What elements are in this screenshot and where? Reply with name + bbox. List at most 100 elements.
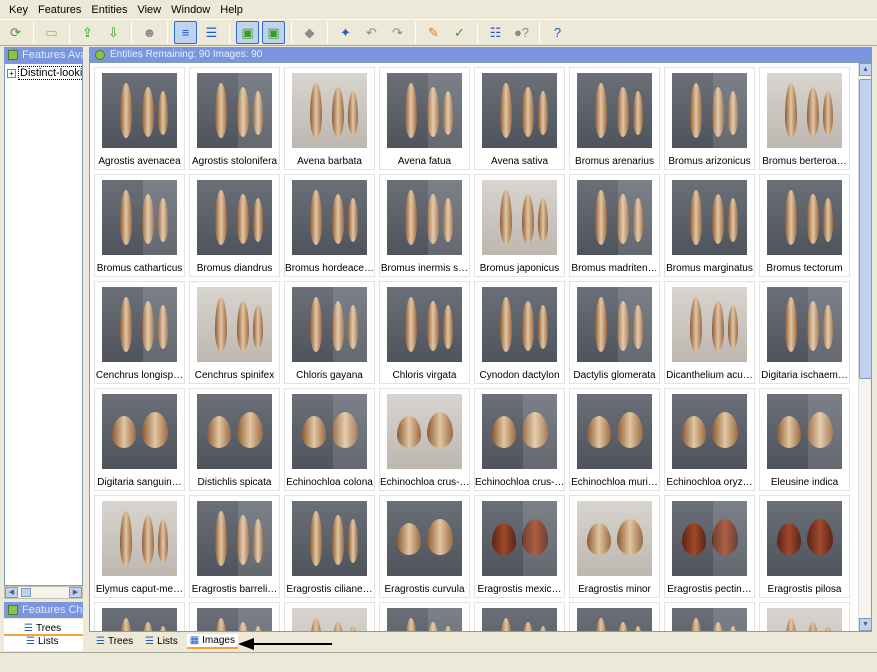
entity-thumbnail[interactable] (197, 73, 272, 148)
entity-image-tile[interactable]: Bromus tectorum (759, 174, 850, 277)
entity-thumbnail[interactable] (672, 287, 747, 362)
entity-image-tile[interactable] (189, 602, 280, 631)
image-view-icon[interactable]: ▣ (236, 21, 259, 44)
tab-lists-left[interactable]: ☰ Lists (4, 636, 83, 647)
entity-thumbnail[interactable] (577, 73, 652, 148)
help-icon[interactable]: ? (546, 21, 569, 44)
entity-image-tile[interactable]: Bromus diandrus (189, 174, 280, 277)
entity-image-tile[interactable]: Cynodon dactylon (474, 281, 565, 384)
entity-thumbnail[interactable] (482, 73, 557, 148)
entity-thumbnail[interactable] (102, 180, 177, 255)
scroll-thumb[interactable] (21, 588, 31, 597)
entity-thumbnail[interactable] (197, 394, 272, 469)
entity-thumbnail[interactable] (577, 394, 652, 469)
entity-image-tile[interactable]: Eragrostis mexic… (474, 495, 565, 598)
entity-thumbnail[interactable] (577, 608, 652, 631)
tab-images[interactable]: ▦ Images (186, 633, 238, 649)
image-view-alt-icon[interactable]: ▣ (262, 21, 285, 44)
entity-thumbnail[interactable] (292, 180, 367, 255)
entity-image-tile[interactable] (379, 602, 470, 631)
check-icon[interactable]: ✓ (448, 21, 471, 44)
entity-image-tile[interactable]: Avena barbata (284, 67, 375, 170)
entity-image-tile[interactable]: Eragrostis minor (569, 495, 660, 598)
entity-thumbnail[interactable] (672, 608, 747, 631)
menu-entities[interactable]: Entities (86, 2, 132, 18)
entity-image-tile[interactable]: Bromus arizonicus (664, 67, 755, 170)
entity-thumbnail[interactable] (102, 394, 177, 469)
list-view-icon[interactable]: ≡ (174, 21, 197, 44)
entity-thumbnail[interactable] (767, 501, 842, 576)
entity-thumbnail[interactable] (767, 73, 842, 148)
entity-image-tile[interactable]: Chloris virgata (379, 281, 470, 384)
vertical-scrollbar[interactable]: ▲ ▼ (858, 63, 871, 631)
tree-node-label[interactable]: Distinct-looki (18, 66, 82, 80)
menu-key[interactable]: Key (4, 2, 33, 18)
entity-image-tile[interactable]: Cenchrus spinifex (189, 281, 280, 384)
entity-thumbnail[interactable] (482, 287, 557, 362)
tab-trees[interactable]: ☰ Trees (93, 635, 136, 648)
scroll-up-icon[interactable]: ▲ (859, 63, 871, 76)
refresh-icon[interactable]: ⟳ (4, 21, 27, 44)
entity-thumbnail[interactable] (387, 501, 462, 576)
entity-thumbnail[interactable] (292, 608, 367, 631)
scroll-right-icon[interactable]: ▶ (69, 587, 82, 598)
entity-thumbnail[interactable] (672, 394, 747, 469)
scroll-left-icon[interactable]: ◀ (5, 587, 18, 598)
entity-thumbnail[interactable] (767, 394, 842, 469)
entity-image-tile[interactable]: Avena fatua (379, 67, 470, 170)
entity-image-tile[interactable]: Bromus catharticus (94, 174, 185, 277)
entity-image-tile[interactable]: Bromus hordeace… (284, 174, 375, 277)
entity-image-tile[interactable] (664, 602, 755, 631)
scroll-down-icon[interactable]: ▼ (859, 618, 871, 631)
entity-image-tile[interactable]: Eragrostis pectin… (664, 495, 755, 598)
entity-image-tile[interactable]: Distichlis spicata (189, 388, 280, 491)
scroll-thumb[interactable] (859, 79, 871, 379)
entity-image-tile[interactable] (759, 602, 850, 631)
entity-image-tile[interactable]: Bromus marginatus (664, 174, 755, 277)
entity-image-tile[interactable]: Dicanthelium acu… (664, 281, 755, 384)
entity-image-tile[interactable]: Agrostis avenacea (94, 67, 185, 170)
entity-thumbnail[interactable] (672, 180, 747, 255)
entity-thumbnail[interactable] (577, 501, 652, 576)
entity-thumbnail[interactable] (387, 180, 462, 255)
horizontal-scrollbar[interactable]: ◀ ▶ (4, 586, 83, 599)
entity-image-tile[interactable]: Eleusine indica (759, 388, 850, 491)
entity-image-tile[interactable]: Bromus arenarius (569, 67, 660, 170)
entity-image-tile[interactable] (474, 602, 565, 631)
entity-thumbnail[interactable] (767, 608, 842, 631)
entity-image-tile[interactable]: Echinochloa crus-… (474, 388, 565, 491)
menu-view[interactable]: View (132, 2, 166, 18)
entity-image-tile[interactable]: Bromus berteroa… (759, 67, 850, 170)
entity-image-tile[interactable]: Chloris gayana (284, 281, 375, 384)
menu-help[interactable]: Help (215, 2, 248, 18)
entity-thumbnail[interactable] (767, 287, 842, 362)
entity-thumbnail[interactable] (387, 287, 462, 362)
entity-thumbnail[interactable] (102, 73, 177, 148)
entity-thumbnail[interactable] (482, 394, 557, 469)
entity-thumbnail[interactable] (292, 287, 367, 362)
tag-icon[interactable]: ◆ (298, 21, 321, 44)
entity-thumbnail[interactable] (482, 608, 557, 631)
entity-image-tile[interactable]: Eragrostis curvula (379, 495, 470, 598)
tools-icon[interactable]: ✎ (422, 21, 445, 44)
entity-thumbnail[interactable] (387, 394, 462, 469)
open-folder-icon[interactable]: ▭ (40, 21, 63, 44)
entity-thumbnail[interactable] (387, 73, 462, 148)
entity-image-tile[interactable]: Eragrostis barreli… (189, 495, 280, 598)
entity-image-tile[interactable]: Eragrostis ciliane… (284, 495, 375, 598)
entity-thumbnail[interactable] (577, 180, 652, 255)
entity-image-tile[interactable]: Agrostis stolonifera (189, 67, 280, 170)
entity-image-tile[interactable]: Bromus madriten… (569, 174, 660, 277)
entity-thumbnail[interactable] (482, 180, 557, 255)
entity-image-tile[interactable]: Elymus caput-me… (94, 495, 185, 598)
entity-thumbnail[interactable] (292, 73, 367, 148)
entity-thumbnail[interactable] (767, 180, 842, 255)
detail-list-icon[interactable]: ☰ (200, 21, 223, 44)
entity-thumbnail[interactable] (197, 501, 272, 576)
query-icon[interactable]: ●? (510, 21, 533, 44)
entity-image-tile[interactable]: Echinochloa colona (284, 388, 375, 491)
entity-thumbnail[interactable] (102, 608, 177, 631)
entity-thumbnail[interactable] (482, 501, 557, 576)
import-icon[interactable]: ⇩ (102, 21, 125, 44)
wand-icon[interactable]: ✦ (334, 21, 357, 44)
